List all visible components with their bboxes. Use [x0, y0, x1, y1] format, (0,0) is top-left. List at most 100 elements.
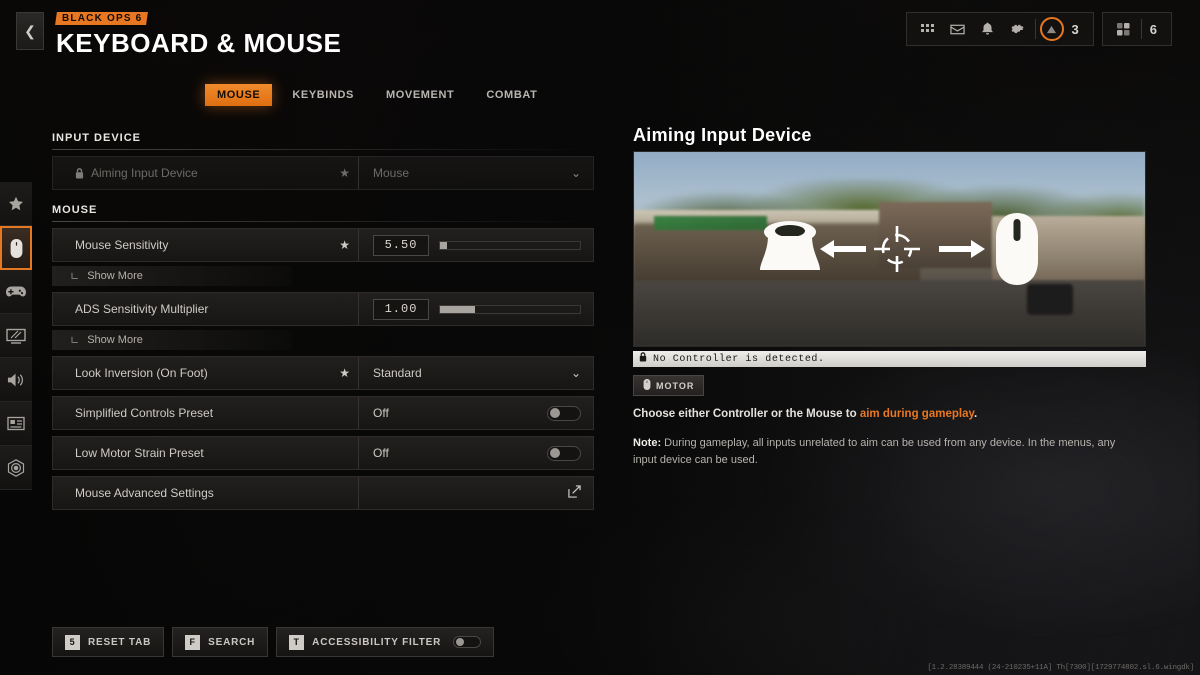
branch-icon: ∟: [70, 269, 80, 283]
page-title: KEYBOARD & MOUSE: [56, 28, 342, 58]
controller-status-banner: No Controller is detected.: [633, 351, 1146, 367]
key-hint: T: [289, 634, 305, 650]
sidebar-item-audio[interactable]: [0, 358, 32, 402]
row-aiming-input-device[interactable]: Aiming Input Device ★ Mouse ⌄: [52, 156, 594, 190]
search-button[interactable]: F SEARCH: [172, 627, 269, 657]
reset-tab-label: RESET TAB: [88, 636, 152, 648]
value-aiming-input-device: Mouse: [373, 166, 410, 180]
row-mouse-sensitivity[interactable]: Mouse Sensitivity ★ 5.50: [52, 228, 594, 262]
toggle-accessibility-filter[interactable]: [453, 636, 482, 648]
star-icon[interactable]: ★: [339, 238, 350, 252]
row-left: Aiming Input Device ★: [53, 157, 359, 189]
gamepad-icon: [6, 286, 26, 297]
crosshair-icon: [874, 226, 920, 272]
row-ads-sensitivity-show-more[interactable]: ∟ Show More: [52, 330, 292, 350]
star-icon[interactable]: ★: [339, 366, 350, 380]
toggle-simplified-controls-preset[interactable]: [547, 405, 581, 421]
row-left: Simplified Controls Preset: [53, 397, 359, 429]
sidebar-item-interface[interactable]: [0, 402, 32, 446]
row-right: 5.50: [359, 229, 593, 261]
value-look-inversion: Standard: [373, 366, 422, 380]
players-icon[interactable]: [1111, 17, 1137, 41]
divider: [1140, 19, 1142, 39]
tab-keybinds[interactable]: KEYBINDS: [280, 84, 366, 106]
mouse-icon: [10, 238, 22, 258]
party-count: 6: [1149, 21, 1157, 37]
mouse-sensitivity-value[interactable]: 5.50: [373, 234, 429, 256]
bell-icon[interactable]: [975, 17, 1001, 41]
radar-icon: [7, 458, 25, 477]
tab-combat[interactable]: COMBAT: [474, 84, 549, 106]
row-right: Mouse ⌄: [359, 157, 593, 189]
sidebar-item-mouse[interactable]: [0, 226, 32, 270]
controller-status-text: No Controller is detected.: [653, 353, 825, 365]
row-left: Low Motor Strain Preset: [53, 437, 359, 469]
row-low-motor-strain-preset[interactable]: Low Motor Strain Preset Off: [52, 436, 594, 470]
sidebar-item-controller[interactable]: [0, 270, 32, 314]
lock-icon: [639, 352, 647, 366]
section-header-mouse: MOUSE: [52, 204, 98, 216]
row-label: Simplified Controls Preset: [75, 406, 214, 420]
row-left: Look Inversion (On Foot) ★: [53, 357, 359, 389]
tab-bar: MOUSE KEYBINDS MOVEMENT COMBAT: [205, 84, 549, 106]
monitor-icon: [6, 328, 26, 344]
accessibility-filter-button[interactable]: T ACCESSIBILITY FILTER: [276, 627, 495, 657]
sidebar-item-accessibility[interactable]: [0, 446, 32, 490]
chevron-down-icon[interactable]: ⌄: [571, 366, 581, 380]
tab-movement[interactable]: MOVEMENT: [374, 84, 466, 106]
sidebar-item-favorites[interactable]: [0, 182, 32, 226]
back-button[interactable]: ❮: [16, 12, 44, 50]
row-left: ADS Sensitivity Multiplier: [53, 293, 359, 325]
divider: [1034, 19, 1036, 39]
reset-tab-button[interactable]: 5 RESET TAB: [52, 627, 165, 657]
toggle-low-motor-strain-preset[interactable]: [547, 445, 581, 461]
row-right: Off: [359, 397, 593, 429]
preview-title: Aiming Input Device: [633, 125, 812, 145]
row-look-inversion[interactable]: Look Inversion (On Foot) ★ Standard ⌄: [52, 356, 594, 390]
arrow-right-icon: [939, 240, 985, 258]
value-simplified-controls-preset: Off: [373, 406, 389, 420]
mouse-sensitivity-slider[interactable]: [439, 240, 581, 250]
build-string: [1.2.28389444 (24-210235+11A] Th[7300][1…: [927, 664, 1194, 672]
ads-sensitivity-value[interactable]: 1.00: [373, 298, 429, 320]
sidebar-item-graphics[interactable]: [0, 314, 32, 358]
row-right: [359, 477, 593, 509]
row-label: Aiming Input Device: [91, 166, 198, 180]
preview-panel: Aiming Input Device No Controller is det…: [633, 125, 1146, 469]
row-label: Look Inversion (On Foot): [75, 366, 208, 380]
row-right: Off: [359, 437, 593, 469]
chevron-down-icon[interactable]: ⌄: [571, 166, 581, 180]
header-icon-group: 3: [905, 12, 1094, 46]
description-suffix: .: [974, 408, 978, 420]
hud-card-icon: [7, 416, 25, 431]
row-left: Mouse Advanced Settings: [53, 477, 359, 509]
mail-icon[interactable]: [945, 17, 971, 41]
header-right-controls: 3 6: [905, 12, 1172, 46]
gear-icon[interactable]: [1005, 17, 1031, 41]
sub-row-label: Show More: [87, 270, 143, 282]
party-group: 6: [1101, 12, 1172, 46]
tab-mouse[interactable]: MOUSE: [205, 84, 273, 106]
preview-car: [1027, 283, 1074, 315]
game-logo: BLACK OPS 6: [55, 12, 149, 25]
row-right: Standard ⌄: [359, 357, 593, 389]
header: ❮ BLACK OPS 6 KEYBOARD & MOUSE 3 6: [0, 0, 1200, 62]
row-mouse-sensitivity-show-more[interactable]: ∟ Show More: [52, 266, 292, 286]
star-icon[interactable]: ★: [339, 166, 350, 180]
analog-stick-icon: [760, 221, 820, 270]
external-link-icon[interactable]: [568, 485, 581, 501]
row-label: Mouse Sensitivity: [75, 238, 169, 252]
description-accent: aim during gameplay: [859, 408, 975, 420]
grid-icon[interactable]: [915, 17, 941, 41]
row-simplified-controls-preset[interactable]: Simplified Controls Preset Off: [52, 396, 594, 430]
ads-sensitivity-slider[interactable]: [439, 304, 581, 314]
row-mouse-advanced-settings[interactable]: Mouse Advanced Settings: [52, 476, 594, 510]
preview-store-sign: [654, 216, 767, 230]
row-ads-sensitivity-multiplier[interactable]: ADS Sensitivity Multiplier 1.00: [52, 292, 594, 326]
search-label: SEARCH: [208, 636, 256, 648]
bottom-bar: 5 RESET TAB F SEARCH T ACCESSIBILITY FIL…: [52, 627, 495, 657]
account-level-icon[interactable]: [1039, 17, 1064, 41]
chevron-left-icon: ❮: [24, 22, 36, 39]
preview-image: [633, 151, 1146, 347]
row-label: Mouse Advanced Settings: [75, 486, 214, 500]
